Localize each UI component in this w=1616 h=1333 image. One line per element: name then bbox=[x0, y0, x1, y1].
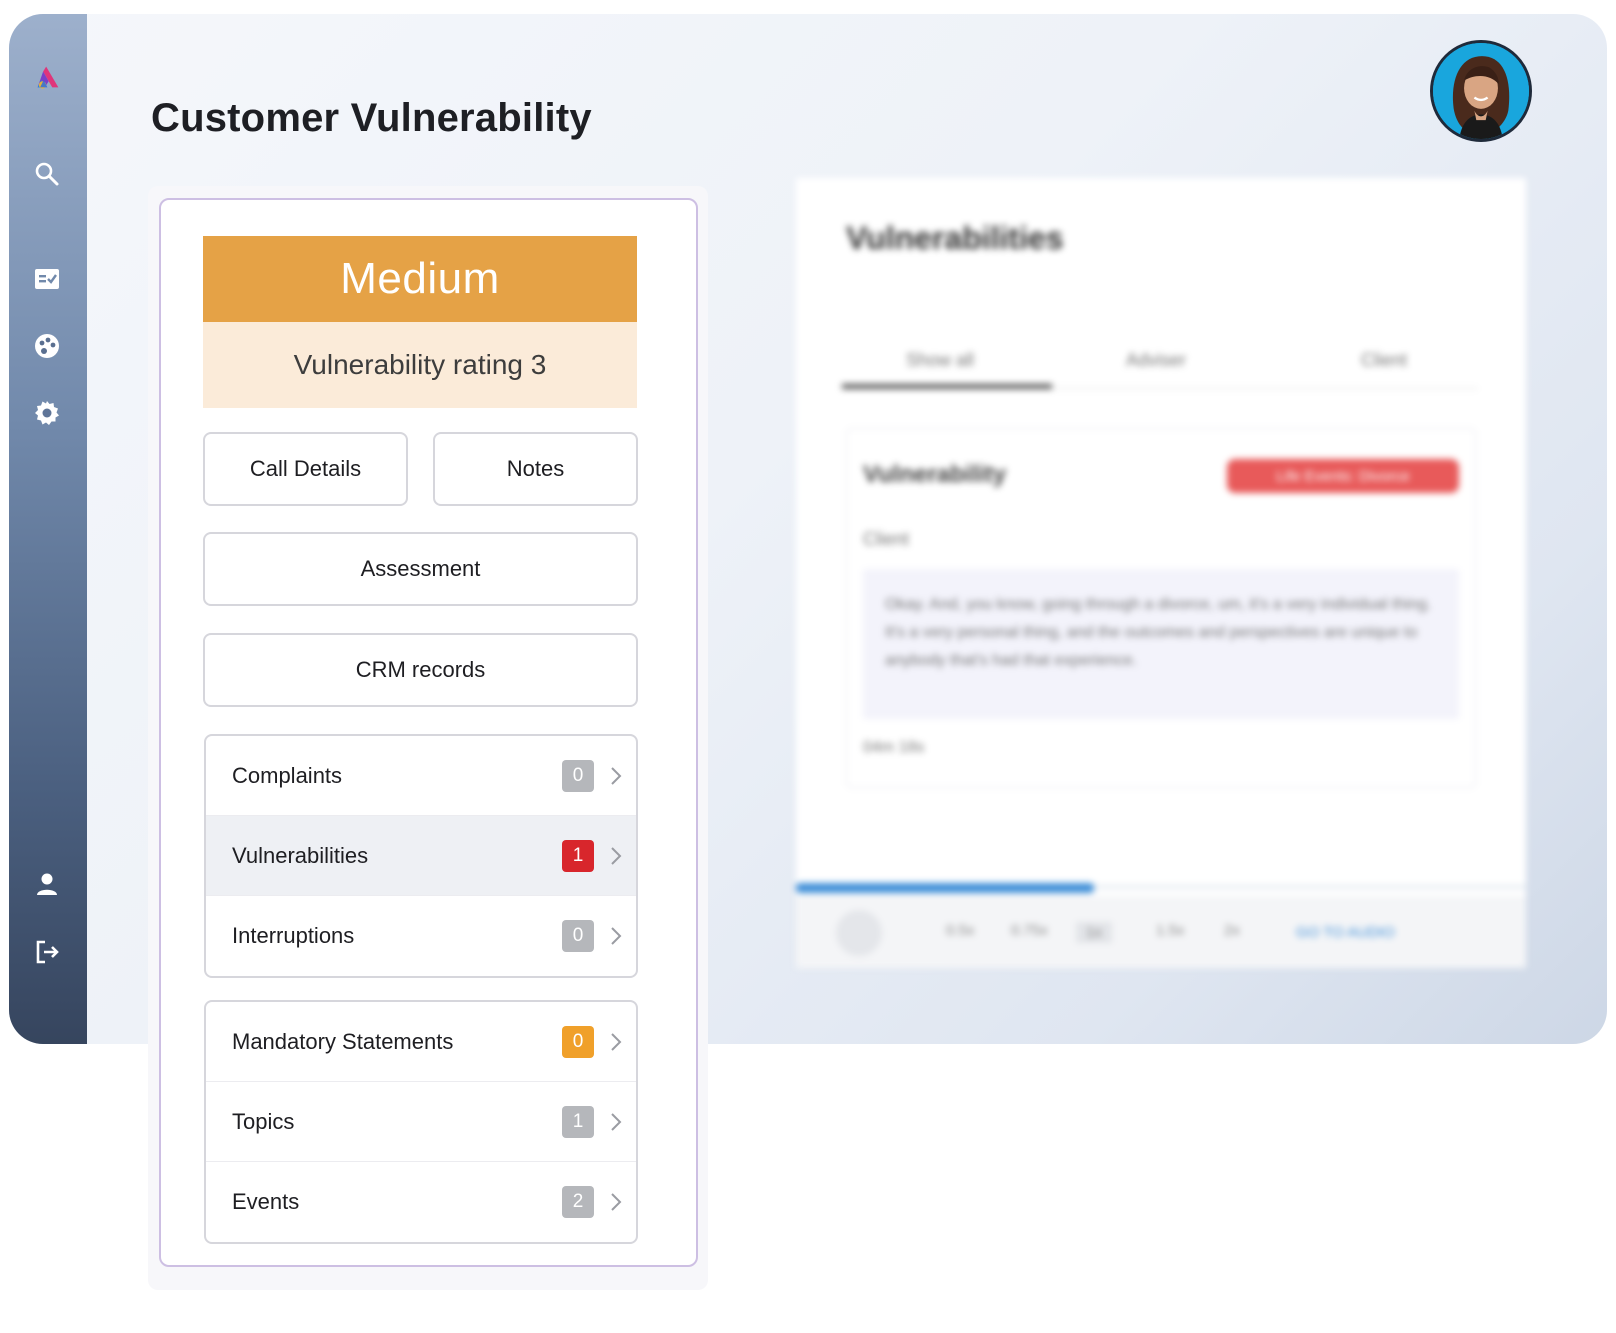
list-item-interruptions[interactable]: Interruptions 0 bbox=[206, 896, 636, 976]
panel-title: Vulnerabilities bbox=[846, 220, 1064, 256]
list-item-vulnerabilities[interactable]: Vulnerabilities 1 bbox=[206, 816, 636, 896]
count-badge: 0 bbox=[562, 760, 594, 792]
count-badge: 2 bbox=[562, 1186, 594, 1218]
transcript-quote: Okay. And, you know, going through a div… bbox=[863, 569, 1459, 719]
gear-icon[interactable] bbox=[29, 395, 65, 431]
tab-show-all[interactable]: Show all bbox=[906, 350, 974, 371]
checklist-icon[interactable] bbox=[29, 261, 65, 297]
primary-list: Complaints 0 Vulnerabilities 1 Interrupt… bbox=[204, 734, 638, 978]
notes-button[interactable]: Notes bbox=[433, 432, 638, 506]
blurred-transcript-panel: Vulnerabilities Show all Adviser Client … bbox=[796, 178, 1526, 968]
chevron-right-icon bbox=[608, 924, 624, 948]
speed-option[interactable]: 2x bbox=[1224, 922, 1240, 939]
speed-option[interactable]: 0.5x bbox=[946, 922, 974, 939]
chevron-right-icon bbox=[608, 1110, 624, 1134]
list-item-events[interactable]: Events 2 bbox=[206, 1162, 636, 1242]
logout-icon[interactable] bbox=[29, 934, 65, 970]
speaker-label: Client bbox=[863, 529, 910, 549]
rating-level: Medium bbox=[203, 236, 637, 322]
play-button[interactable] bbox=[836, 910, 882, 956]
audio-controls: 0.5x 0.75x 1x 1.5x 2x GO TO AUDIO bbox=[796, 896, 1526, 968]
avatar[interactable] bbox=[1430, 40, 1532, 142]
tab-client[interactable]: Client bbox=[1361, 350, 1407, 371]
palette-icon[interactable] bbox=[29, 328, 65, 364]
count-badge: 1 bbox=[562, 1106, 594, 1138]
list-item-topics[interactable]: Topics 1 bbox=[206, 1082, 636, 1162]
user-icon[interactable] bbox=[29, 866, 65, 902]
tab-adviser[interactable]: Adviser bbox=[1126, 350, 1186, 371]
count-badge: 0 bbox=[562, 920, 594, 952]
card-title: Vulnerability bbox=[863, 461, 1007, 488]
speed-option[interactable]: 0.75x bbox=[1011, 922, 1048, 939]
chevron-right-icon bbox=[608, 1030, 624, 1054]
speed-option[interactable]: 1x bbox=[1076, 922, 1112, 943]
list-item-complaints[interactable]: Complaints 0 bbox=[206, 736, 636, 816]
crm-records-button[interactable]: CRM records bbox=[203, 633, 638, 707]
vulnerability-summary-card: Medium Vulnerability rating 3 Call Detai… bbox=[159, 198, 698, 1267]
count-badge: 1 bbox=[562, 840, 594, 872]
audio-progress-fill bbox=[796, 883, 1094, 893]
timestamp: 04m 18s bbox=[863, 739, 925, 756]
call-details-button[interactable]: Call Details bbox=[203, 432, 408, 506]
rating-label: Vulnerability rating 3 bbox=[203, 322, 637, 408]
vulnerability-badge: Life Events: Divorce bbox=[1227, 459, 1459, 493]
count-badge: 0 bbox=[562, 1026, 594, 1058]
logo-icon[interactable] bbox=[25, 54, 71, 100]
active-tab-indicator bbox=[842, 384, 1052, 389]
chevron-right-icon bbox=[608, 764, 624, 788]
go-to-audio-link[interactable]: GO TO AUDIO bbox=[1296, 924, 1395, 941]
assessment-button[interactable]: Assessment bbox=[203, 532, 638, 606]
sidebar bbox=[9, 14, 87, 1044]
page-title: Customer Vulnerability bbox=[151, 96, 592, 140]
vulnerability-card: Vulnerability Life Events: Divorce Clien… bbox=[846, 428, 1476, 788]
chevron-right-icon bbox=[608, 844, 624, 868]
speed-option[interactable]: 1.5x bbox=[1156, 922, 1184, 939]
chevron-right-icon bbox=[608, 1190, 624, 1214]
secondary-list: Mandatory Statements 0 Topics 1 Events 2 bbox=[204, 1000, 638, 1244]
list-item-mandatory-statements[interactable]: Mandatory Statements 0 bbox=[206, 1002, 636, 1082]
search-icon[interactable] bbox=[29, 156, 65, 192]
